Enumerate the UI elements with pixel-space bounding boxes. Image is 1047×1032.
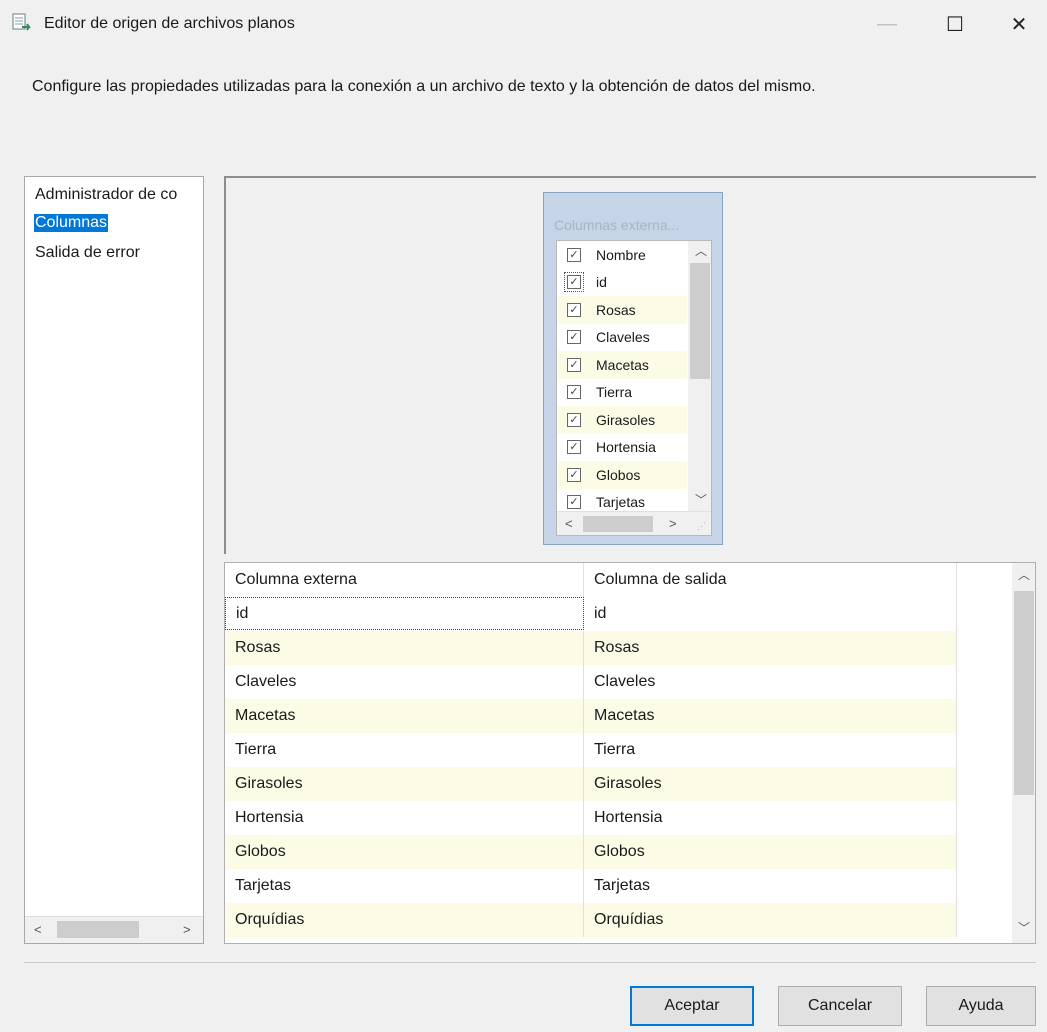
table-cell[interactable]: Orquídias: [584, 903, 957, 937]
table-row[interactable]: Hortensia Hortensia: [225, 801, 957, 835]
table-cell[interactable]: Macetas: [584, 699, 957, 733]
table-cell[interactable]: Tierra: [225, 733, 584, 767]
grid-header-row: Columna externa Columna de salida: [225, 563, 957, 597]
table-row[interactable]: Macetas Macetas: [225, 699, 957, 733]
list-item[interactable]: ✓ Macetas: [557, 351, 687, 379]
external-columns-box: Columnas externa... ✓ Nombre ✓ id ✓ Rosa…: [543, 192, 723, 545]
table-cell[interactable]: Hortensia: [584, 801, 957, 835]
table-cell[interactable]: Girasoles: [225, 767, 584, 801]
table-row[interactable]: Globos Globos: [225, 835, 957, 869]
table-cell[interactable]: Rosas: [225, 631, 584, 665]
checkbox-checked-icon[interactable]: ✓: [567, 330, 581, 345]
checkbox-checked-icon[interactable]: ✓: [564, 272, 584, 293]
checkbox-checked-icon[interactable]: ✓: [567, 412, 581, 427]
table-row[interactable]: Tarjetas Tarjetas: [225, 869, 957, 903]
list-item[interactable]: ✓ Girasoles: [557, 406, 687, 434]
checkbox-checked-icon[interactable]: ✓: [567, 467, 581, 482]
table-cell[interactable]: Tierra: [584, 733, 957, 767]
column-mapping-grid: Columna externa Columna de salida id id …: [224, 562, 1036, 944]
checkbox-checked-icon[interactable]: ✓: [567, 495, 581, 510]
external-columns-list: ✓ Nombre ✓ id ✓ Rosas ✓ Claveles ✓ Macet…: [556, 240, 712, 536]
nav-item-connection-manager[interactable]: Administrador de co: [34, 186, 178, 204]
nav-horizontal-scrollbar[interactable]: < >: [25, 916, 203, 943]
table-row[interactable]: id id: [225, 597, 957, 631]
resize-grip-icon[interactable]: ⋰: [697, 521, 706, 532]
table-cell[interactable]: Globos: [584, 835, 957, 869]
help-button[interactable]: Ayuda: [926, 986, 1036, 1026]
checkbox-checked-icon[interactable]: ✓: [567, 247, 581, 262]
list-item-label: Hortensia: [596, 439, 656, 456]
list-item[interactable]: ✓ Hortensia: [557, 434, 687, 462]
table-row[interactable]: Tierra Tierra: [225, 733, 957, 767]
external-columns-title: Columnas externa...: [554, 217, 680, 233]
list-item-label: Nombre: [596, 246, 646, 263]
external-list-scroll-thumb[interactable]: [690, 263, 710, 379]
scroll-left-icon[interactable]: <: [34, 922, 42, 937]
ok-button[interactable]: Aceptar: [630, 986, 754, 1026]
scroll-up-icon[interactable]: ︿: [695, 242, 707, 259]
scroll-left-icon[interactable]: <: [565, 516, 573, 531]
nav-scroll-thumb[interactable]: [57, 921, 139, 938]
maximize-button[interactable]: ☐: [926, 0, 984, 48]
table-cell[interactable]: Macetas: [225, 699, 584, 733]
close-button[interactable]: ✕: [990, 0, 1047, 48]
table-cell[interactable]: Globos: [225, 835, 584, 869]
table-cell[interactable]: id: [584, 597, 957, 631]
list-item[interactable]: ✓ Tierra: [557, 379, 687, 407]
scroll-down-icon[interactable]: ﹀: [1018, 919, 1030, 936]
table-cell[interactable]: Orquídias: [225, 903, 584, 937]
checkbox-checked-icon[interactable]: ✓: [567, 440, 581, 455]
divider: [24, 962, 1036, 963]
table-row[interactable]: Claveles Claveles: [225, 665, 957, 699]
table-row[interactable]: Orquídias Orquídias: [225, 903, 957, 937]
table-cell[interactable]: Girasoles: [584, 767, 957, 801]
table-row[interactable]: Girasoles Girasoles: [225, 767, 957, 801]
flat-file-source-icon: [12, 13, 31, 31]
list-item[interactable]: ✓ Claveles: [557, 324, 687, 352]
list-item[interactable]: ✓ id: [557, 269, 687, 297]
table-cell[interactable]: Hortensia: [225, 801, 584, 835]
scroll-down-icon[interactable]: ﹀: [695, 491, 707, 508]
list-item-label: Rosas: [596, 301, 636, 318]
list-item-label: Tierra: [596, 384, 633, 401]
table-cell[interactable]: Claveles: [225, 665, 584, 699]
scroll-right-icon[interactable]: >: [669, 516, 677, 531]
header-output-column[interactable]: Columna de salida: [584, 563, 957, 597]
external-list-hscroll-thumb[interactable]: [583, 516, 653, 532]
header-external-column[interactable]: Columna externa: [225, 563, 584, 597]
window-title: Editor de origen de archivos planos: [44, 15, 295, 32]
minimize-button[interactable]: —: [858, 0, 916, 48]
list-item-label: Macetas: [596, 356, 649, 373]
scroll-up-icon[interactable]: ︿: [1018, 566, 1030, 583]
table-cell[interactable]: Tarjetas: [225, 869, 584, 903]
checkbox-checked-icon[interactable]: ✓: [567, 302, 581, 317]
table-cell[interactable]: Tarjetas: [584, 869, 957, 903]
list-item-label: Tarjetas: [596, 494, 646, 511]
list-item-label: Claveles: [596, 329, 650, 346]
navigation-list: Administrador de co Columnas Salida de e…: [24, 176, 204, 944]
list-item[interactable]: ✓ Rosas: [557, 296, 687, 324]
table-cell[interactable]: id: [225, 597, 584, 630]
nav-item-columns[interactable]: Columnas: [34, 214, 109, 232]
external-list-horizontal-scrollbar[interactable]: < > ⋰: [557, 511, 711, 535]
dialog-description: Configure las propiedades utilizadas par…: [32, 78, 816, 95]
table-row[interactable]: Rosas Rosas: [225, 631, 957, 665]
grid-scroll-thumb[interactable]: [1014, 591, 1034, 795]
list-item-label: Girasoles: [596, 411, 656, 428]
scroll-right-icon[interactable]: >: [183, 922, 191, 937]
nav-item-error-output[interactable]: Salida de error: [34, 244, 141, 262]
table-cell[interactable]: Rosas: [584, 631, 957, 665]
list-item[interactable]: ✓ Nombre: [557, 241, 687, 269]
list-item[interactable]: ✓ Globos: [557, 461, 687, 489]
table-cell[interactable]: Claveles: [584, 665, 957, 699]
cancel-button[interactable]: Cancelar: [778, 986, 902, 1026]
list-item-label: Globos: [596, 466, 641, 483]
list-item-label: id: [596, 274, 607, 291]
checkbox-checked-icon[interactable]: ✓: [567, 385, 581, 400]
checkbox-checked-icon[interactable]: ✓: [567, 357, 581, 372]
